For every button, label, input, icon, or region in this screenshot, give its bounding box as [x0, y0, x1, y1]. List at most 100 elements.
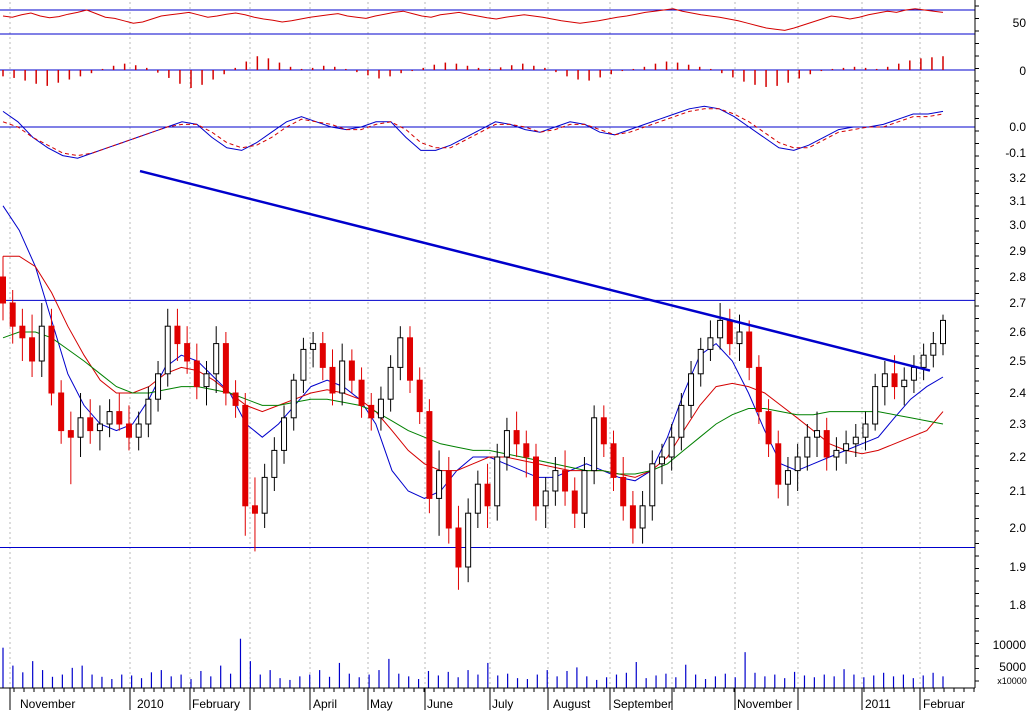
candle-body [387, 366, 394, 400]
candle-body [203, 373, 210, 388]
x-tick-label: November [20, 697, 75, 711]
candle-body [697, 348, 704, 375]
candle-body [135, 423, 142, 438]
price-tick-label: 2.8 [1009, 270, 1026, 284]
price-tick-label: 1.8 [1009, 598, 1026, 612]
candle-body [339, 360, 346, 394]
candle-body [0, 276, 6, 304]
candle-body [474, 483, 481, 514]
x-tick-label: July [492, 697, 513, 711]
x-tick-label: February [192, 697, 240, 711]
candle-body [765, 411, 772, 445]
candle-body [261, 476, 268, 514]
candle-body [600, 417, 607, 445]
candle-body [319, 343, 326, 368]
candle-body [872, 386, 879, 425]
candle-body [755, 366, 762, 413]
candle-body [668, 436, 675, 458]
candle-body [358, 379, 365, 406]
candle-body [96, 423, 103, 432]
candle-body [232, 392, 239, 406]
candle-body [591, 417, 598, 472]
candle-body [717, 319, 724, 339]
candle-body [242, 404, 249, 507]
candle-body [38, 325, 45, 362]
candle-body [581, 470, 588, 514]
volume-tick-label: 10000 [993, 638, 1027, 652]
candle-body [494, 456, 501, 507]
candle-body [368, 404, 375, 419]
candle-body [688, 373, 695, 406]
candle-body [155, 373, 162, 400]
candle-body [775, 443, 782, 485]
candle-body [784, 470, 791, 485]
candle-body [503, 430, 510, 458]
price-tick-label: 3.2 [1009, 171, 1026, 185]
candle-body [804, 436, 811, 458]
candle-body [67, 430, 74, 438]
candle-body [465, 512, 472, 568]
candle-body [940, 319, 946, 345]
x-tick-label: September [613, 697, 672, 711]
candle-body [920, 354, 927, 368]
chart-canvas: 50 0 0.0 -0.1 3.2 3.1 3.0 2.9 2.8 2.7 2.6 2.5 2.4… [0, 0, 1030, 711]
rsi-tick-label: 50 [1013, 16, 1027, 30]
candle-body [910, 366, 917, 381]
price-tick-label: 2.9 [1009, 244, 1026, 258]
candle-body [532, 456, 539, 507]
candle-body [19, 325, 26, 339]
candle-body [833, 449, 840, 458]
candle-body [610, 443, 617, 478]
volume-unit-label: x10000 [997, 676, 1027, 686]
stock-chart: 50 0 0.0 -0.1 3.2 3.1 3.0 2.9 2.8 2.7 2.6 2.5 2.4… [0, 0, 1030, 711]
x-tick-label: May [370, 697, 393, 711]
candle-body [707, 337, 714, 350]
candle-body [542, 490, 549, 507]
x-tick-label: April [313, 697, 337, 711]
x-tick-label: 2010 [137, 697, 164, 711]
candle-body [281, 417, 288, 451]
candle-body [377, 398, 384, 419]
candle-body [164, 325, 171, 375]
candle-body [901, 379, 908, 388]
candle-body [116, 411, 123, 425]
candle-body [87, 417, 94, 432]
candle-body [436, 470, 443, 499]
candle-body [736, 331, 743, 345]
candle-body [552, 470, 559, 492]
price-tick-label: 3.0 [1009, 218, 1026, 232]
macd-tick-label: -0.1 [1005, 146, 1026, 160]
candle-body [407, 337, 414, 381]
candle-body [484, 483, 491, 507]
candle-body [852, 436, 859, 445]
candle-body [125, 423, 132, 438]
price-tick-label: 2.4 [1009, 386, 1026, 400]
x-tick-label: Februar [923, 697, 965, 711]
candle-body [746, 331, 753, 368]
candle-body [445, 470, 452, 529]
candle-body [9, 302, 16, 327]
candle-body [290, 379, 297, 419]
candle-body [523, 443, 530, 458]
candle-body [174, 325, 181, 345]
candle-body [416, 379, 423, 413]
volume-tick-label: 5000 [999, 660, 1026, 674]
candle-body [213, 343, 220, 375]
candle-body [881, 373, 888, 388]
price-tick-label: 3.1 [1009, 194, 1026, 208]
price-tick-label: 2.0 [1009, 521, 1026, 535]
candle-body [814, 430, 821, 438]
candle-body [794, 456, 801, 472]
chart-background [0, 0, 1030, 711]
candle-body [426, 411, 433, 499]
candle-body [629, 505, 636, 529]
candle-body [348, 360, 355, 381]
x-tick-label: November [737, 697, 792, 711]
price-tick-label: 2.7 [1009, 296, 1026, 310]
candle-body [455, 527, 462, 568]
price-tick-label: 2.1 [1009, 484, 1026, 498]
price-tick-label: 2.2 [1009, 450, 1026, 464]
candle-body [678, 404, 685, 438]
candle-body [193, 360, 200, 388]
candle-body [48, 325, 55, 394]
